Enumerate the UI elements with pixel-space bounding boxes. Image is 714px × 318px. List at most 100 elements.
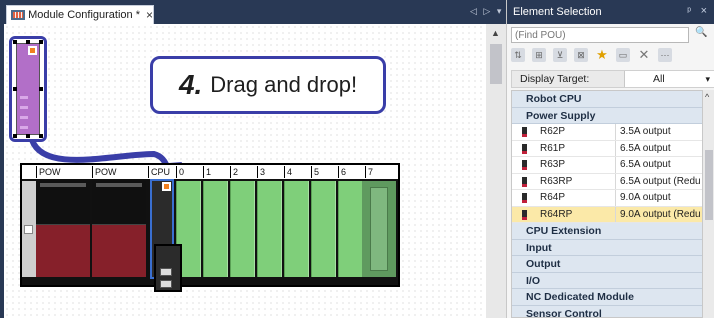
selection-handle[interactable] (13, 87, 17, 91)
instruction-callout: 4. Drag and drop! (150, 56, 386, 114)
document-tabstrip: Module Configuration * × ◁ ▷ ▾ (0, 0, 506, 24)
pane-title: Element Selection (513, 6, 602, 18)
power-supply-module-icon (512, 174, 538, 190)
scroll-thumb[interactable] (490, 44, 502, 84)
slot-label: 5 (311, 166, 319, 178)
list-item-r63p[interactable]: R63P 6.5A output (512, 157, 702, 174)
slot-label: POW (36, 166, 61, 178)
port-icon (160, 280, 172, 288)
slot-label: 4 (284, 166, 292, 178)
list-item-r64p[interactable]: R64P 9.0A output (512, 190, 702, 207)
element-toolbar: ⇅ ⊞ ⊻ ⊠ ★ ▭ ✕ ⋯ (511, 46, 711, 64)
io-slot-3[interactable] (257, 181, 282, 277)
selection-handle[interactable] (13, 40, 17, 44)
canvas-vertical-scrollbar[interactable]: ▲ (486, 24, 506, 318)
favorites-star-icon[interactable]: ★ (595, 47, 609, 62)
category-nc-dedicated-module[interactable]: NC Dedicated Module (512, 289, 702, 306)
io-slot-5[interactable] (311, 181, 336, 277)
list-item-r61p[interactable]: R61P 6.5A output (512, 140, 702, 157)
group-icon[interactable]: ⊞ (532, 48, 546, 62)
category-io[interactable]: I/O (512, 272, 702, 289)
display-target-value: All (653, 73, 665, 85)
power-supply-slot-2[interactable] (92, 181, 146, 277)
display-target-label: Display Target: (520, 73, 590, 85)
options-icon[interactable]: ⋯ (658, 48, 672, 62)
slot-label: CPU (148, 166, 170, 178)
module-configuration-pane: Module Configuration * × ◁ ▷ ▾ 4. Drag a… (0, 0, 506, 318)
tree-vertical-scrollbar[interactable]: ^ (703, 90, 714, 318)
clear-filter-icon[interactable]: ⊠ (574, 48, 588, 62)
scroll-thumb[interactable] (705, 150, 713, 220)
list-item-r63rp[interactable]: R63RP 6.5A output (Redu (512, 173, 702, 190)
dragged-module-highlight (9, 36, 47, 142)
slot-label: 7 (365, 166, 373, 178)
list-item-r64rp-selected[interactable]: R64RP 9.0A output (Redu (512, 206, 702, 223)
sort-icon[interactable]: ⇅ (511, 48, 525, 62)
module-stripe (20, 96, 28, 99)
dragged-power-supply-module[interactable] (16, 43, 40, 135)
selection-handle[interactable] (39, 40, 43, 44)
element-selection-titlebar: Element Selection ᵖ × (507, 0, 714, 24)
io-slot-1[interactable] (203, 181, 228, 277)
scroll-up-icon[interactable]: ^ (705, 92, 709, 102)
find-icon[interactable]: 🔍 (695, 27, 707, 38)
element-selection-pane: Element Selection ᵖ × 🔍 ⇅ ⊞ ⊻ ⊠ ★ ▭ ✕ ⋯ … (506, 0, 714, 318)
module-stripe (20, 126, 28, 129)
module-stripe (20, 106, 28, 109)
element-tree[interactable]: Robot CPU Power Supply R62P 3.5A output … (511, 90, 703, 318)
selection-handle[interactable] (39, 134, 43, 138)
pin-icon[interactable]: ᵖ (687, 6, 691, 17)
io-slot-6[interactable] (338, 181, 363, 277)
module-config-icon (11, 9, 26, 21)
item-name: R64RP (538, 206, 616, 222)
folder-icon[interactable]: ▭ (616, 48, 630, 62)
chevron-down-icon: ▾ (705, 74, 710, 84)
power-supply-slot-1[interactable] (36, 181, 90, 277)
close-pane-icon[interactable]: × (701, 5, 707, 17)
category-power-supply[interactable]: Power Supply (512, 107, 702, 124)
close-tab-icon[interactable]: × (146, 8, 153, 22)
display-target-select[interactable]: All ▾ (624, 71, 714, 87)
io-slot-4[interactable] (284, 181, 309, 277)
module-stripe (20, 116, 28, 119)
module-status-icon (28, 46, 37, 55)
base-left-bracket (22, 181, 36, 277)
power-supply-module-icon (512, 190, 538, 206)
power-supply-module-icon (512, 124, 538, 140)
power-supply-module-icon (512, 141, 538, 157)
selection-handle[interactable] (39, 87, 43, 91)
item-name: R62P (538, 124, 616, 140)
selection-handle[interactable] (13, 134, 17, 138)
slot-label: 3 (257, 166, 265, 178)
selection-handle[interactable] (26, 134, 30, 138)
display-target-row: Display Target: All ▾ (511, 70, 714, 88)
power-supply-module-icon (512, 157, 538, 173)
list-item-r62p[interactable]: R62P 3.5A output (512, 124, 702, 141)
item-name: R63P (538, 157, 616, 173)
configuration-canvas[interactable]: 4. Drag and drop! POW POW CPU 0 1 2 3 4 … (4, 24, 486, 318)
find-pou-input[interactable] (511, 27, 689, 43)
item-name: R63RP (538, 173, 616, 189)
category-input[interactable]: Input (512, 239, 702, 256)
cpu-lower-unit (154, 244, 182, 292)
mount-hole (24, 225, 33, 234)
selection-handle[interactable] (26, 40, 30, 44)
delete-icon[interactable]: ✕ (637, 47, 651, 62)
item-description: 6.5A output (Redu (620, 175, 701, 187)
io-slot-2[interactable] (230, 181, 255, 277)
tab-title: Module Configuration * (28, 9, 140, 21)
power-supply-module-icon (512, 207, 538, 223)
category-cpu-extension[interactable]: CPU Extension (512, 223, 702, 240)
tab-navigation-arrows-icon[interactable]: ◁ ▷ ▾ (470, 6, 503, 17)
category-robot-cpu[interactable]: Robot CPU (512, 91, 702, 108)
category-output[interactable]: Output (512, 256, 702, 273)
scroll-up-icon[interactable]: ▲ (491, 28, 500, 38)
filter-icon[interactable]: ⊻ (553, 48, 567, 62)
item-description: 9.0A output (Redu (620, 208, 701, 220)
main-base-unit: POW POW CPU 0 1 2 3 4 5 6 7 (20, 163, 400, 287)
slot-label: 6 (338, 166, 346, 178)
tab-module-configuration[interactable]: Module Configuration * × (6, 5, 154, 24)
slot-label: 0 (176, 166, 184, 178)
slot-label: 2 (230, 166, 238, 178)
category-sensor-control[interactable]: Sensor Control (512, 305, 702, 317)
